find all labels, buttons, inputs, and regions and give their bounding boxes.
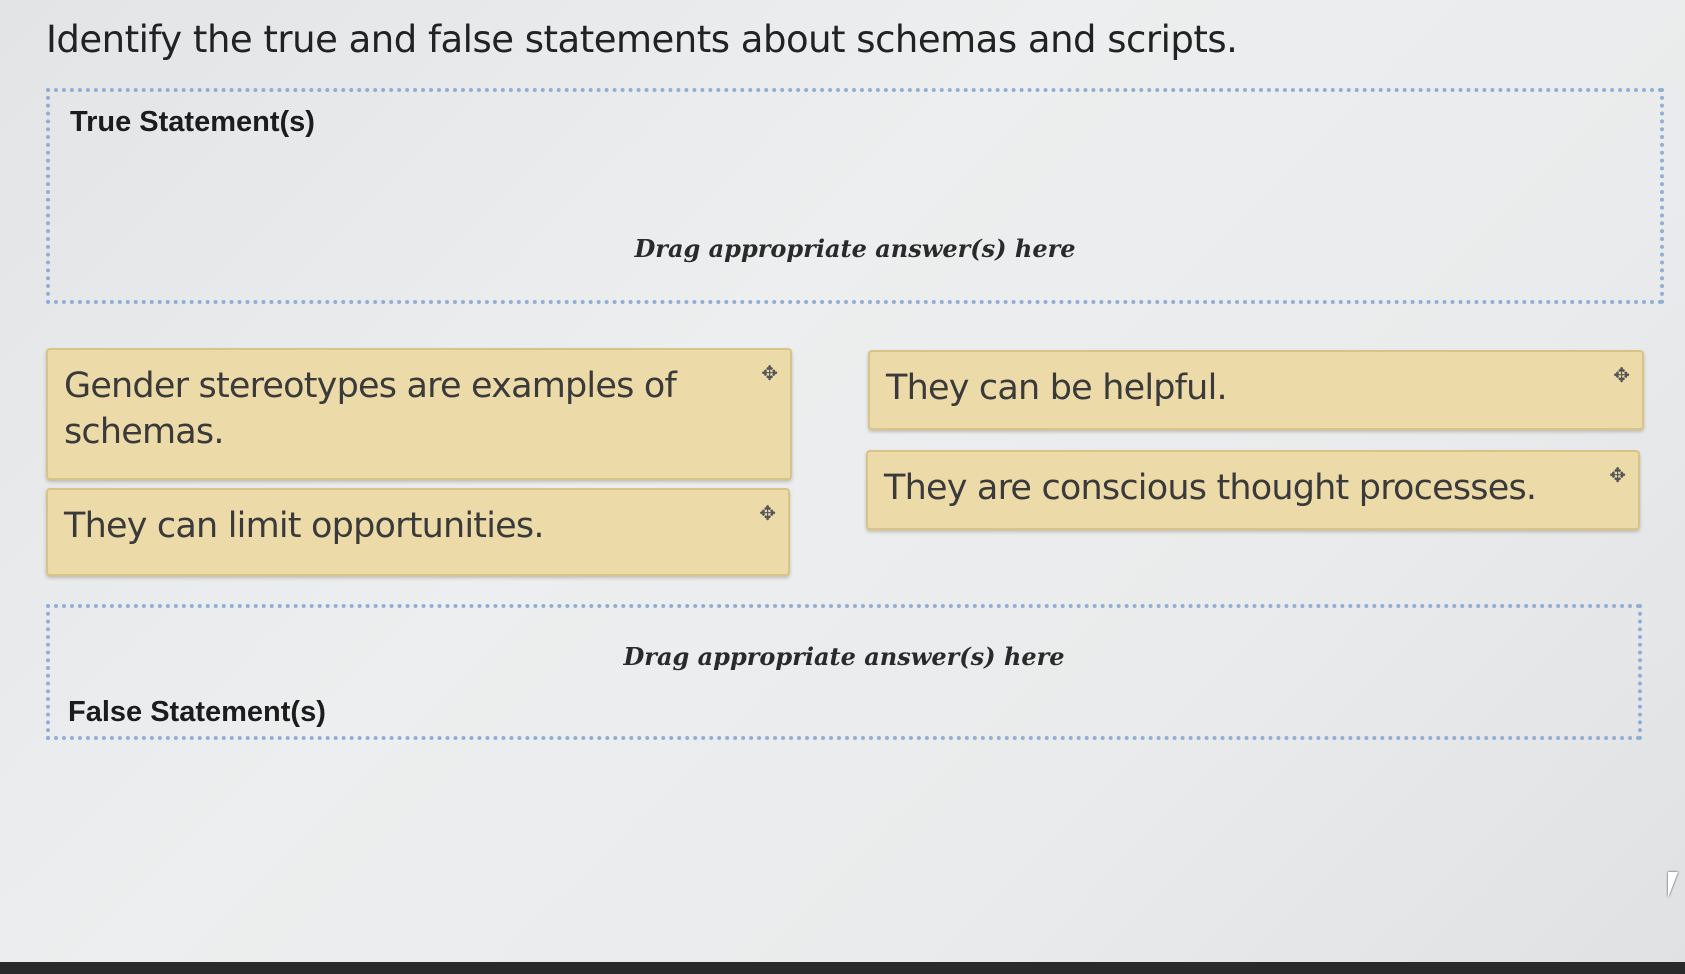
answer-tile-helpful[interactable]: They can be helpful. ✥	[868, 350, 1644, 430]
answer-tile-text: Gender stereotypes are examples of schem…	[64, 366, 677, 452]
answer-tile-text: They can limit opportunities.	[64, 506, 544, 546]
move-icon[interactable]: ✥	[761, 360, 778, 386]
answer-tile-limit-opportunities[interactable]: They can limit opportunities. ✥	[46, 488, 790, 576]
move-icon[interactable]: ✥	[1613, 362, 1630, 388]
screen-bezel	[0, 962, 1685, 974]
false-statements-dropzone[interactable]: Drag appropriate answer(s) here False St…	[46, 604, 1642, 740]
false-statements-heading: False Statement(s)	[68, 696, 326, 728]
answer-tile-text: They can be helpful.	[886, 368, 1228, 408]
answer-tile-conscious-processes[interactable]: They are conscious thought processes. ✥	[866, 450, 1640, 530]
true-dropzone-hint: Drag appropriate answer(s) here	[634, 234, 1076, 263]
answer-tile-text: They are conscious thought processes.	[884, 468, 1537, 508]
move-icon[interactable]: ✥	[1609, 462, 1626, 488]
false-dropzone-hint: Drag appropriate answer(s) here	[623, 642, 1065, 671]
answer-tile-gender-stereotypes[interactable]: Gender stereotypes are examples of schem…	[46, 348, 792, 480]
move-icon[interactable]: ✥	[759, 500, 776, 526]
true-statements-dropzone[interactable]: True Statement(s) Drag appropriate answe…	[46, 88, 1664, 304]
true-statements-heading: True Statement(s)	[70, 106, 315, 138]
question-prompt: Identify the true and false statements a…	[46, 18, 1238, 61]
mouse-cursor-icon	[1668, 872, 1678, 898]
